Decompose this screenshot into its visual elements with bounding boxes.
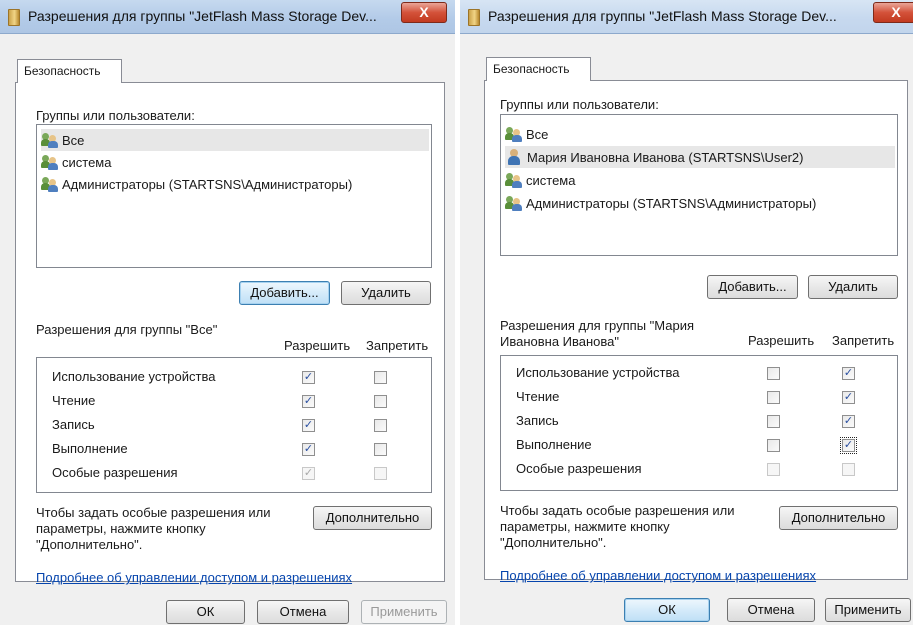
users-group-icon [505,195,523,211]
window-title: Разрешения для группы "JetFlash Mass Sto… [28,8,377,24]
users-group-icon [41,132,59,148]
permissions-dialog-everyone: Разрешения для группы "JetFlash Mass Sto… [0,0,455,625]
permissions-for-label: Разрешения для группы "Мария Ивановна Ив… [500,318,694,350]
principal-name: система [526,172,576,188]
window-title: Разрешения для группы "JetFlash Mass Sto… [488,8,837,24]
hint-line: "Дополнительно". [36,537,143,552]
special-permissions-hint: Чтобы задать особые разрешения или парам… [500,503,735,551]
column-allow-header: Разрешить [748,333,815,348]
principals-list[interactable]: Все Мария Ивановна Иванова (STARTSNS\Use… [500,114,898,256]
principal-name: Мария Ивановна Иванова (STARTSNS\User2) [527,149,804,165]
close-button[interactable]: X [873,2,913,23]
permission-label: Особые разрешения [516,461,642,476]
hint-line: Чтобы задать особые разрешения или [36,505,271,520]
allow-checkbox[interactable] [767,391,780,404]
allow-checkbox[interactable]: ✓ [302,395,315,408]
hint-line: "Дополнительно". [500,535,607,550]
apply-button[interactable]: Применить [825,598,911,622]
allow-checkbox[interactable]: ✓ [302,371,315,384]
close-button[interactable]: X [401,2,447,23]
permission-label: Чтение [516,389,560,404]
title-bar[interactable]: Разрешения для группы "JetFlash Mass Sto… [460,0,913,34]
permission-label: Использование устройства [516,365,680,380]
deny-checkbox[interactable] [374,371,387,384]
hint-line: Чтобы задать особые разрешения или [500,503,735,518]
folder-icon [8,9,20,26]
permissions-for-line: Разрешения для группы "Мария [500,318,695,333]
principal-name: Все [526,126,549,142]
column-allow-header: Разрешить [284,338,351,353]
hint-line: параметры, нажмите кнопку [500,519,670,534]
groups-label: Группы или пользователи: [500,97,659,112]
advanced-button[interactable]: Дополнительно [779,506,898,530]
deny-checkbox[interactable]: ✓ [842,367,855,380]
cancel-button[interactable]: Отмена [257,600,349,624]
hint-line: параметры, нажмите кнопку [36,521,206,536]
deny-checkbox [842,463,855,476]
permission-label: Выполнение [516,437,592,452]
deny-checkbox[interactable]: ✓ [842,391,855,404]
deny-checkbox [374,467,387,480]
special-permissions-hint: Чтобы задать особые разрешения или парам… [36,505,271,553]
title-bar[interactable]: Разрешения для группы "JetFlash Mass Sto… [0,0,455,34]
help-link[interactable]: Подробнее об управлении доступом и разре… [36,570,352,585]
list-item-system[interactable]: система [41,151,111,173]
allow-checkbox[interactable]: ✓ [302,443,315,456]
allow-checkbox[interactable] [767,439,780,452]
allow-checkbox[interactable]: ✓ [302,419,315,432]
add-button[interactable]: Добавить... [239,281,330,305]
tab-security[interactable]: Безопасность [486,57,591,81]
tab-security[interactable]: Безопасность [17,59,122,83]
deny-checkbox[interactable]: ✓ [840,437,857,454]
folder-icon [468,9,480,26]
permissions-list: Использование устройства Чтение Запись В… [500,355,898,491]
permission-label: Запись [52,417,95,432]
ok-button[interactable]: ОК [166,600,245,624]
remove-button[interactable]: Удалить [808,275,898,299]
permission-label: Выполнение [52,441,128,456]
apply-button: Применить [361,600,447,624]
principal-name: Администраторы (STARTSNS\Администраторы) [526,195,817,211]
groups-label: Группы или пользователи: [36,108,195,123]
permissions-list: Использование устройства Чтение Запись В… [36,357,432,493]
permission-label: Чтение [52,393,96,408]
users-group-icon [505,126,523,142]
list-item-administrators[interactable]: Администраторы (STARTSNS\Администраторы) [505,192,816,214]
principal-name: Администраторы (STARTSNS\Администраторы) [62,176,353,192]
deny-checkbox[interactable]: ✓ [842,415,855,428]
allow-checkbox [767,463,780,476]
permissions-for-line: Ивановна Иванова" [500,334,620,349]
users-group-icon [41,154,59,170]
ok-button[interactable]: ОК [624,598,710,622]
permissions-dialog-user: Разрешения для группы "JetFlash Mass Sto… [460,0,913,625]
advanced-button[interactable]: Дополнительно [313,506,432,530]
permission-label: Запись [516,413,559,428]
deny-checkbox[interactable] [374,395,387,408]
principals-list[interactable]: Все система Администраторы (STARTSNS\Адм… [36,124,432,268]
allow-checkbox: ✓ [302,467,315,480]
list-item-everyone[interactable]: Все [505,123,548,145]
principal-name: Все [62,132,85,148]
list-item-user2[interactable]: Мария Ивановна Иванова (STARTSNS\User2) [505,146,895,168]
column-deny-header: Запретить [366,338,429,353]
column-deny-header: Запретить [832,333,895,348]
cancel-button[interactable]: Отмена [727,598,815,622]
add-button[interactable]: Добавить... [707,275,798,299]
allow-checkbox[interactable] [767,367,780,380]
user-icon [508,149,520,165]
users-group-icon [41,176,59,192]
deny-checkbox[interactable] [374,443,387,456]
permission-label: Использование устройства [52,369,216,384]
principal-name: система [62,154,112,170]
deny-checkbox[interactable] [374,419,387,432]
users-group-icon [505,172,523,188]
help-link[interactable]: Подробнее об управлении доступом и разре… [500,568,816,583]
list-item-system[interactable]: система [505,169,575,191]
permissions-for-label: Разрешения для группы "Все" [36,322,218,337]
permission-label: Особые разрешения [52,465,178,480]
allow-checkbox[interactable] [767,415,780,428]
list-item-administrators[interactable]: Администраторы (STARTSNS\Администраторы) [41,173,352,195]
list-item-everyone[interactable]: Все [41,129,429,151]
remove-button[interactable]: Удалить [341,281,431,305]
